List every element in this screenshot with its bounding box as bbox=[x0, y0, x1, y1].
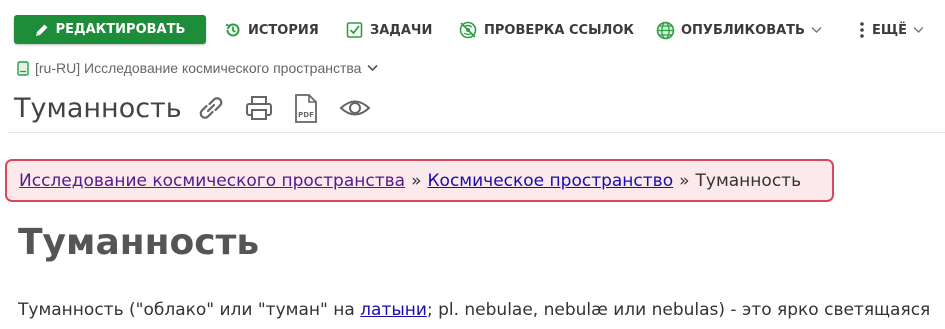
toolbar: РЕДАКТИРОВАТЬ ИСТОРИЯ ЗАДАЧИ ПРОВЕРКА СС… bbox=[0, 0, 945, 58]
breadcrumb-link-outer-space[interactable]: Космическое пространство bbox=[427, 171, 673, 191]
page-title: Туманность bbox=[14, 92, 182, 124]
publish-label: ОПУБЛИКОВАТЬ bbox=[681, 22, 805, 38]
pencil-icon bbox=[35, 24, 48, 36]
publish-button[interactable]: ОПУБЛИКОВАТЬ bbox=[656, 16, 822, 44]
print-icon[interactable] bbox=[245, 93, 273, 123]
space-selector[interactable]: [ru-RU] Исследование космического простр… bbox=[17, 58, 379, 78]
breadcrumb: Исследование космического пространства »… bbox=[5, 159, 834, 202]
chevron-down-icon bbox=[913, 27, 924, 33]
globe-icon bbox=[656, 21, 675, 39]
more-vertical-icon bbox=[860, 22, 864, 38]
more-label: ЕЩЁ bbox=[872, 22, 907, 38]
chevron-down-icon bbox=[811, 27, 822, 33]
breadcrumb-separator: » bbox=[411, 170, 422, 191]
history-button[interactable]: ИСТОРИЯ bbox=[224, 16, 319, 44]
pdf-icon[interactable]: PDF bbox=[292, 93, 320, 125]
book-icon bbox=[17, 60, 29, 76]
breadcrumb-link-space[interactable]: Исследование космического пространства bbox=[19, 171, 405, 191]
tasks-label: ЗАДАЧИ bbox=[370, 22, 433, 38]
edit-button[interactable]: РЕДАКТИРОВАТЬ bbox=[14, 15, 206, 44]
link-icon[interactable] bbox=[194, 93, 228, 123]
latin-link[interactable]: латыни bbox=[360, 300, 427, 320]
content-paragraph: Туманность ("облако" или "туман" на латы… bbox=[18, 300, 945, 320]
link-check-button[interactable]: ПРОВЕРКА ССЫЛОК bbox=[458, 16, 634, 44]
link-check-label: ПРОВЕРКА ССЫЛОК bbox=[484, 22, 635, 38]
pdf-text: PDF bbox=[298, 111, 314, 119]
more-button[interactable]: ЕЩЁ bbox=[858, 16, 924, 44]
divider bbox=[8, 132, 945, 133]
link-check-icon bbox=[459, 21, 477, 39]
checkbox-icon bbox=[346, 22, 363, 38]
paragraph-text-end: ; pl. nebulae, nebulæ или nebulas) - это… bbox=[426, 300, 931, 320]
breadcrumb-separator: » bbox=[679, 170, 690, 191]
title-row: Туманность bbox=[14, 88, 182, 128]
space-label: [ru-RU] Исследование космического простр… bbox=[35, 60, 362, 76]
edit-button-label: РЕДАКТИРОВАТЬ bbox=[55, 22, 186, 37]
chevron-down-icon bbox=[367, 64, 379, 72]
paragraph-text-start: Туманность ("облако" или "туман" на bbox=[18, 300, 361, 320]
eye-icon[interactable] bbox=[338, 93, 372, 123]
content-heading: Туманность bbox=[18, 222, 260, 263]
history-label: ИСТОРИЯ bbox=[248, 22, 319, 38]
breadcrumb-current: Туманность bbox=[695, 170, 802, 191]
history-icon bbox=[225, 23, 240, 37]
tasks-button[interactable]: ЗАДАЧИ bbox=[346, 16, 432, 44]
